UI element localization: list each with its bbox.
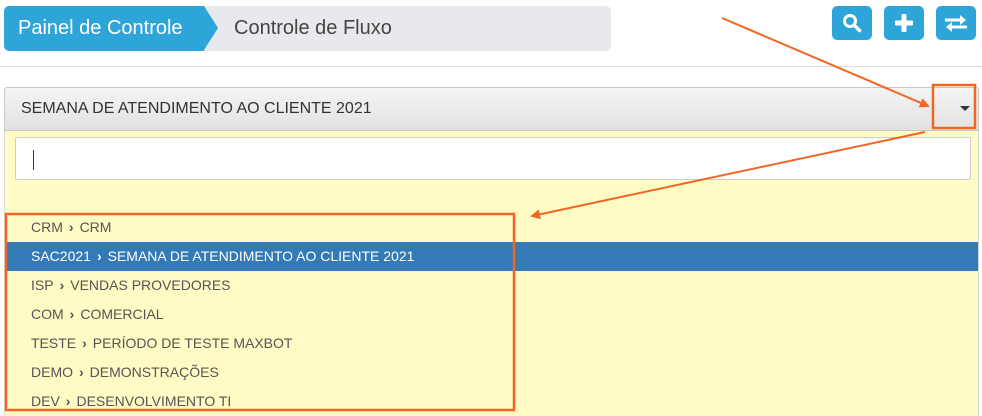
option-name: CRM	[79, 219, 112, 235]
chevron-right-icon: ›	[79, 364, 84, 380]
option-code: SAC2021	[31, 248, 91, 264]
option-name: SEMANA DE ATENDIMENTO AO CLIENTE 2021	[107, 248, 415, 264]
chevron-right-icon: ›	[82, 335, 87, 351]
search-input[interactable]	[15, 137, 971, 180]
option-item[interactable]: DEV › DESENVOLVIMENTO TI	[6, 387, 978, 416]
select-value: SEMANA DE ATENDIMENTO AO CLIENTE 2021	[21, 100, 372, 117]
add-button[interactable]	[884, 6, 924, 40]
option-name: COMERCIAL	[80, 306, 164, 322]
chevron-right-icon: ›	[65, 393, 71, 409]
breadcrumb-home[interactable]: Painel de Controle	[4, 6, 204, 51]
search-button[interactable]	[832, 6, 872, 40]
breadcrumb: Painel de Controle Controle de Fluxo	[4, 6, 611, 51]
plus-icon	[895, 14, 913, 32]
option-item[interactable]: SAC2021 › SEMANA DE ATENDIMENTO AO CLIENTE…	[6, 242, 978, 271]
chevron-right-icon: ›	[69, 306, 75, 322]
flow-select[interactable]: SEMANA DE ATENDIMENTO AO CLIENTE 2021	[4, 87, 979, 131]
option-item[interactable]: CRM › CRM	[6, 213, 978, 242]
search-icon	[843, 14, 862, 33]
text-cursor	[33, 150, 34, 170]
option-item[interactable]: DEMO › DEMONSTRAÇÕES	[6, 358, 978, 387]
divider	[0, 66, 982, 67]
option-item[interactable]: ISP › VENDAS PROVEDORES	[6, 271, 978, 300]
chevron-right-icon: ›	[59, 277, 65, 293]
chevron-right-icon: ›	[68, 219, 74, 235]
caret-down-icon[interactable]	[960, 106, 970, 111]
option-name: DESENVOLVIMENTO TI	[76, 393, 232, 409]
option-code: DEMO	[31, 364, 73, 380]
option-code: COM	[31, 306, 64, 322]
option-code: TESTE	[31, 335, 77, 351]
chevron-right-icon: ›	[96, 248, 102, 264]
option-item[interactable]: TESTE › PERÍODO DE TESTE MAXBOT	[6, 329, 978, 358]
option-name: VENDAS PROVEDORES	[70, 277, 231, 293]
option-code: CRM	[31, 219, 63, 235]
select-dropdown: CRM › CRM SAC2021 › SEMANA DE ATENDIMENTO AO …	[4, 131, 979, 416]
option-name: PERÍODO DE TESTE MAXBOT	[92, 335, 293, 351]
swap-button[interactable]	[936, 6, 976, 40]
swap-icon	[945, 15, 967, 32]
breadcrumb-arrow	[204, 6, 218, 50]
breadcrumb-current: Controle de Fluxo	[204, 6, 611, 51]
option-code: ISP	[31, 277, 54, 293]
option-name: DEMONSTRAÇÕES	[89, 364, 219, 380]
option-code: DEV	[31, 393, 60, 409]
option-item[interactable]: COM › COMERCIAL	[6, 300, 978, 329]
